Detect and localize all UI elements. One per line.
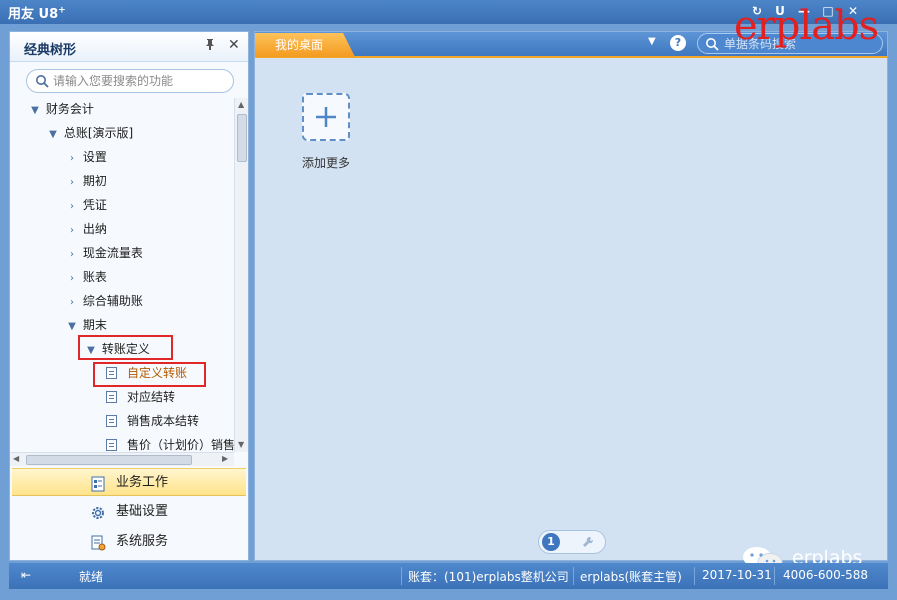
help-icon[interactable]: ?: [670, 35, 686, 51]
status-account: 账套：(101)erplabs整机公司: [408, 570, 569, 584]
tree-node-sales-cost-transfer[interactable]: 销售成本结转: [106, 410, 199, 432]
tree-node-corresponding-transfer[interactable]: 对应结转: [106, 386, 175, 408]
left-panel: 经典树形 ✕ ▼ 财务会计 ▼ 总账[演示版] › 设置 › 期初 › 凭证 ›…: [9, 31, 249, 561]
gear-icon: [90, 504, 106, 520]
scroll-left-arrow-icon[interactable]: ◀: [13, 454, 19, 463]
tree-node-cashier[interactable]: › 出纳: [65, 218, 107, 240]
status-user: erplabs(账套主管): [580, 570, 682, 584]
function-search-input[interactable]: [53, 73, 229, 89]
document-icon: [106, 415, 117, 427]
search-icon: [35, 74, 49, 91]
chevron-right-icon[interactable]: ›: [65, 292, 79, 314]
status-phone: 4006-600-588: [783, 568, 869, 582]
business-icon: [90, 475, 106, 492]
tree-node-settings[interactable]: › 设置: [65, 146, 107, 168]
chevron-down-icon[interactable]: ▼: [46, 124, 60, 146]
function-tree: ▼ 财务会计 ▼ 总账[演示版] › 设置 › 期初 › 凭证 › 出纳 › 现…: [10, 98, 234, 452]
watermark-top: erplabs: [734, 3, 879, 49]
tree-node-general-ledger[interactable]: ▼ 总账[演示版]: [46, 122, 133, 144]
left-panel-header: 经典树形 ✕: [10, 32, 248, 62]
tree-node-cashflow[interactable]: › 现金流量表: [65, 242, 143, 264]
page-1-button[interactable]: 1: [542, 533, 560, 551]
chevron-down-icon[interactable]: ▼: [648, 36, 656, 47]
tree-node-period-end[interactable]: ▼ 期末: [65, 314, 107, 336]
scroll-thumb[interactable]: [26, 455, 192, 465]
highlight-box-transfer-definition: [78, 335, 173, 360]
chevron-right-icon[interactable]: ›: [65, 148, 79, 170]
pin-icon[interactable]: [204, 38, 216, 53]
nav-system-service[interactable]: 系统服务: [12, 528, 246, 556]
add-more-label: 添加更多: [302, 156, 351, 170]
tree-node-reports[interactable]: › 账表: [65, 266, 107, 288]
status-divider: [573, 567, 574, 585]
chevron-right-icon[interactable]: ›: [65, 220, 79, 242]
tree-node-voucher[interactable]: › 凭证: [65, 194, 107, 216]
status-divider: [694, 567, 695, 585]
search-icon: [705, 37, 719, 54]
add-more-button[interactable]: [302, 93, 350, 141]
scroll-thumb[interactable]: [237, 114, 247, 162]
system-service-icon: [90, 534, 106, 551]
tree-node-planned-price-sales[interactable]: 售价（计划价）销售: [106, 434, 234, 452]
left-panel-title: 经典树形: [24, 43, 77, 58]
chevron-right-icon[interactable]: ›: [65, 268, 79, 290]
chevron-right-icon[interactable]: ›: [65, 244, 79, 266]
chevron-down-icon[interactable]: ▼: [28, 100, 42, 122]
tree-horizontal-scrollbar[interactable]: ◀ ▶: [10, 452, 234, 466]
highlight-box-custom-transfer: [93, 362, 206, 387]
scroll-right-arrow-icon[interactable]: ▶: [222, 454, 228, 463]
plus-icon: [316, 107, 336, 127]
chevron-right-icon[interactable]: ›: [65, 196, 79, 218]
status-divider: [401, 567, 402, 585]
nav-basic-settings[interactable]: 基础设置: [12, 498, 246, 526]
chevron-right-icon[interactable]: ›: [65, 172, 79, 194]
tab-my-desktop[interactable]: 我的桌面: [255, 33, 355, 57]
status-date: 2017-10-31: [702, 568, 772, 582]
wrench-icon[interactable]: [581, 535, 595, 552]
status-ready: 就绪: [79, 570, 104, 584]
exit-icon[interactable]: ⇤: [21, 568, 31, 582]
nav-business-work[interactable]: 业务工作: [12, 468, 246, 496]
document-icon: [106, 391, 117, 403]
document-icon: [106, 439, 117, 451]
tree-node-aux-ledger[interactable]: › 综合辅助账: [65, 290, 143, 312]
close-icon[interactable]: ✕: [228, 37, 240, 53]
app-logo: 用友 U8+: [8, 5, 66, 22]
tree-vertical-scrollbar[interactable]: ▲ ▼: [234, 98, 248, 452]
tree-node-finance[interactable]: ▼ 财务会计: [28, 98, 94, 120]
status-bar: ⇤ 就绪 账套：(101)erplabs整机公司 erplabs(账套主管) 2…: [9, 563, 888, 589]
chevron-down-icon[interactable]: ▼: [65, 316, 79, 338]
desktop-panel: 我的桌面 ▼ ? 添加更多 1: [254, 31, 888, 561]
desktop-pager: 1: [538, 530, 606, 554]
tree-node-opening[interactable]: › 期初: [65, 170, 107, 192]
function-search-box[interactable]: [26, 69, 234, 93]
status-divider: [774, 567, 775, 585]
scroll-up-arrow-icon[interactable]: ▲: [238, 100, 244, 109]
scroll-down-arrow-icon[interactable]: ▼: [238, 440, 244, 449]
